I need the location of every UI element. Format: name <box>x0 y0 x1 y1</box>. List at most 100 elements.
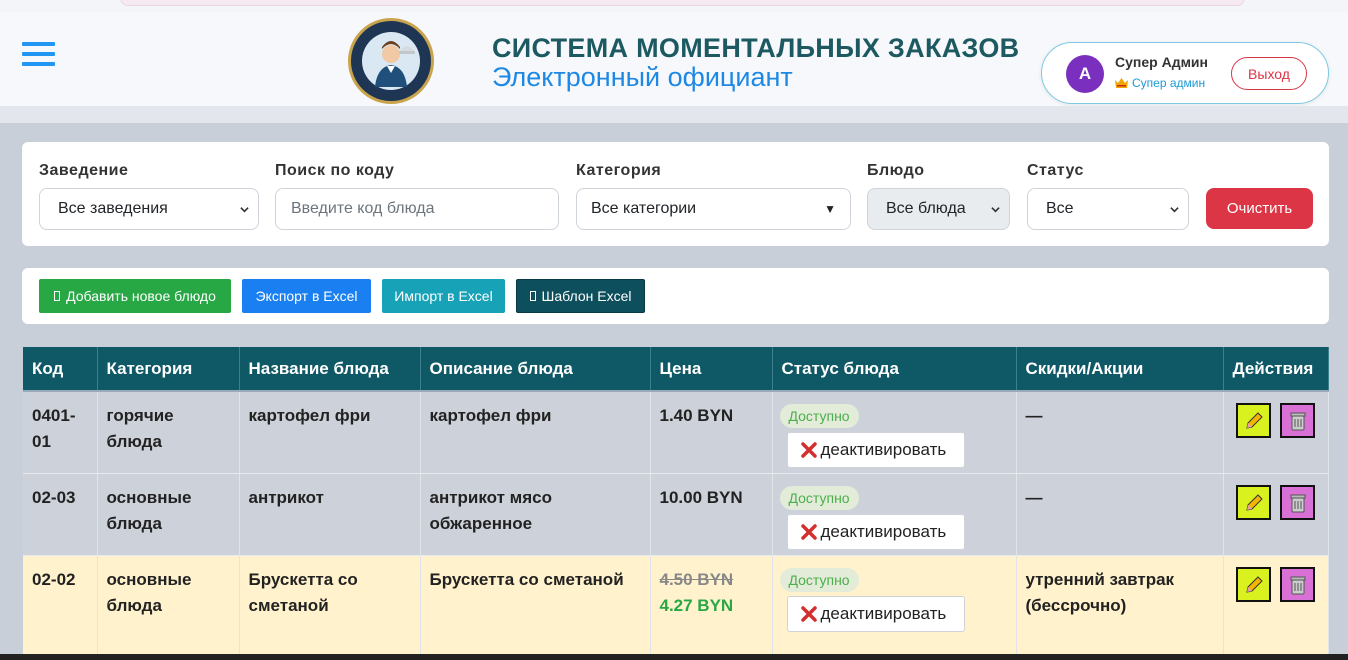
cell-price: 10.00 BYN <box>650 473 773 556</box>
cell-actions <box>1223 555 1329 637</box>
filters-panel: Заведение Все заведения Поиск по коду Вв… <box>22 142 1329 246</box>
cross-icon <box>800 605 817 622</box>
chevron-down-icon <box>991 207 1000 213</box>
chevron-down-icon <box>240 207 249 213</box>
column-header[interactable]: Скидки/Акции <box>1016 347 1224 392</box>
top-strip <box>0 0 1348 12</box>
code-search-label: Поиск по коду <box>275 162 395 179</box>
avatar: A <box>1066 55 1104 93</box>
missing-glyph-icon <box>529 291 536 301</box>
taskbar-edge <box>0 654 1348 660</box>
actions-panel: Добавить новое блюдо Экспорт в Excel Имп… <box>22 268 1329 324</box>
cell-status: Доступно деактивировать <box>772 555 1017 637</box>
cell-category: основные блюда <box>97 473 240 556</box>
edit-button[interactable] <box>1235 566 1271 602</box>
establishment-select[interactable]: Все заведения <box>39 188 259 230</box>
delete-button[interactable] <box>1279 403 1315 438</box>
category-value: Все категории <box>591 200 697 217</box>
table-row: 0401-01 горячие блюда картофел фри карто… <box>23 391 1329 474</box>
deactivate-button[interactable]: деактивировать <box>786 513 965 550</box>
establishment-label: Заведение <box>39 162 129 179</box>
category-label: Категория <box>576 162 662 179</box>
category-select[interactable]: Все категории ▼ <box>576 188 851 230</box>
cell-description: антрикот мясо обжаренное <box>420 473 651 556</box>
establishment-value: Все заведения <box>58 200 168 217</box>
dishes-table: Код Категория Название блюда Описание бл… <box>23 347 1329 660</box>
column-header[interactable]: Категория <box>97 347 240 392</box>
column-header[interactable]: Название блюда <box>239 347 421 392</box>
cell-description: картофел фри <box>420 391 651 474</box>
dish-value: Все блюда <box>886 200 966 217</box>
import-excel-button[interactable]: Импорт в Excel <box>382 279 505 313</box>
page-title: СИСТЕМА МОМЕНТАЛЬНЫХ ЗАКАЗОВ <box>492 33 1020 63</box>
edit-button[interactable] <box>1235 403 1271 438</box>
add-dish-button[interactable]: Добавить новое блюдо <box>39 279 231 313</box>
cell-description: Брускетта со сметаной <box>420 555 651 637</box>
column-header[interactable]: Код <box>23 347 98 392</box>
chevron-down-icon <box>1170 207 1179 213</box>
pencil-icon <box>1245 575 1263 593</box>
deactivate-label: деактивировать <box>820 440 947 459</box>
dish-select[interactable]: Все блюда <box>867 188 1010 230</box>
user-panel: A Супер Админ Супер админ Выход <box>1041 42 1329 104</box>
deactivate-label: деактивировать <box>820 521 947 541</box>
cell-status: Доступно деактивировать <box>772 473 1017 556</box>
cell-name: картофел фри <box>239 391 421 474</box>
cell-price: 4.50 BYN 4.27 BYN <box>650 555 773 637</box>
trash-icon <box>1290 494 1305 512</box>
dish-label: Блюдо <box>867 162 925 179</box>
export-excel-button[interactable]: Экспорт в Excel <box>242 279 371 313</box>
pencil-icon <box>1245 493 1263 511</box>
excel-template-button[interactable]: Шаблон Excel <box>516 279 645 313</box>
excel-template-label: Шаблон Excel <box>541 288 632 304</box>
column-header[interactable]: Цена <box>650 347 773 392</box>
missing-glyph-icon <box>54 291 61 301</box>
top-notification-bar <box>120 0 1245 6</box>
user-role: Супер админ <box>1115 76 1205 90</box>
menu-icon[interactable] <box>22 42 56 68</box>
status-badge: Доступно <box>779 567 859 592</box>
app-logo <box>348 18 434 104</box>
cell-name: антрикот <box>239 473 421 556</box>
cell-code: 02-03 <box>23 473 98 556</box>
cell-code: 02-02 <box>23 555 98 637</box>
deactivate-button[interactable]: деактивировать <box>786 432 965 468</box>
app-header: СИСТЕМА МОМЕНТАЛЬНЫХ ЗАКАЗОВ Электронный… <box>0 12 1348 123</box>
discounted-price: 4.27 BYN <box>659 595 734 615</box>
status-value: Все <box>1046 200 1074 217</box>
status-select[interactable]: Все <box>1027 188 1189 230</box>
add-dish-label: Добавить новое блюдо <box>66 288 216 304</box>
edit-button[interactable] <box>1235 484 1271 520</box>
cell-actions <box>1223 391 1329 474</box>
logout-button[interactable]: Выход <box>1231 57 1307 90</box>
trash-icon <box>1290 412 1305 431</box>
cross-icon <box>800 523 817 540</box>
column-header[interactable]: Статус блюда <box>772 347 1017 392</box>
column-header: Действия <box>1223 347 1329 392</box>
dropdown-triangle-icon: ▼ <box>824 202 836 216</box>
status-badge: Доступно <box>779 485 859 510</box>
code-search-placeholder: Введите код блюда <box>291 200 435 217</box>
cell-discount: — <box>1016 391 1224 474</box>
cell-price: 1.40 BYN <box>650 391 773 474</box>
table-row: 02-03 основные блюда антрикот антрикот м… <box>23 473 1329 556</box>
cell-category: основные блюда <box>97 555 240 637</box>
deactivate-label: деактивировать <box>820 603 947 623</box>
user-name: Супер Админ <box>1115 54 1208 70</box>
cell-status: Доступно деактивировать <box>772 391 1017 474</box>
status-badge: Доступно <box>779 404 859 428</box>
cross-icon <box>800 442 817 458</box>
status-label: Статус <box>1027 162 1084 179</box>
cell-category: горячие блюда <box>97 391 240 474</box>
code-search-input[interactable]: Введите код блюда <box>275 188 559 230</box>
cell-actions <box>1223 473 1329 556</box>
clear-filters-button[interactable]: Очистить <box>1206 188 1313 229</box>
delete-button[interactable] <box>1279 566 1315 602</box>
trash-icon <box>1290 576 1305 594</box>
cell-code: 0401-01 <box>23 391 98 474</box>
waiter-logo-icon <box>353 23 429 99</box>
delete-button[interactable] <box>1279 484 1315 520</box>
crown-icon <box>1115 78 1128 88</box>
column-header[interactable]: Описание блюда <box>420 347 651 392</box>
deactivate-button[interactable]: деактивировать <box>786 595 965 632</box>
